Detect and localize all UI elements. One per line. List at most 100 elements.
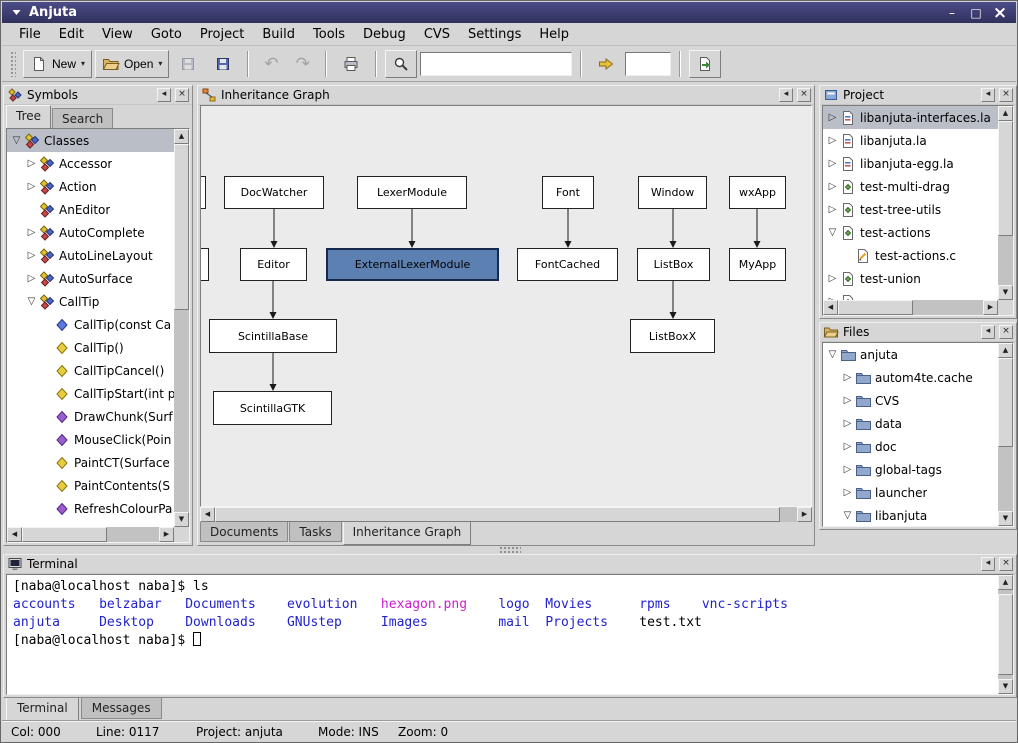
- symbols-item-calltip-const-ca[interactable]: CallTip(const Ca: [7, 313, 174, 336]
- menu-view[interactable]: View: [93, 24, 142, 45]
- symbols-item-paintcontents-s[interactable]: PaintContents(S: [7, 474, 174, 497]
- symbols-item-paintct-surface[interactable]: PaintCT(Surface: [7, 451, 174, 474]
- scroll-thumb[interactable]: [22, 527, 107, 542]
- minimize-button[interactable]: –: [943, 3, 961, 23]
- graph-node-docwatcher[interactable]: DocWatcher: [224, 176, 324, 209]
- pane-tab-terminal[interactable]: Terminal: [6, 698, 79, 721]
- expander-closed-icon[interactable]: ▷: [25, 250, 38, 261]
- graph-undock-button[interactable]: ◂: [779, 88, 793, 102]
- menu-project[interactable]: Project: [191, 24, 253, 45]
- print-button[interactable]: [335, 50, 367, 78]
- graph-close-button[interactable]: ×: [797, 88, 811, 102]
- toolbar-grip[interactable]: [10, 51, 16, 77]
- expander-closed-icon[interactable]: ▷: [25, 158, 38, 169]
- scroll-right-icon[interactable]: ▶: [797, 507, 812, 522]
- graph-node-window[interactable]: Window: [638, 176, 707, 209]
- expander-closed-icon[interactable]: ▷: [826, 273, 839, 284]
- scroll-thumb[interactable]: [174, 144, 189, 310]
- symbols-undock-button[interactable]: ◂: [157, 88, 171, 102]
- scroll-down-icon[interactable]: ▼: [998, 679, 1013, 694]
- project-item-libanjuta-la[interactable]: ▷libanjuta.la: [823, 129, 998, 152]
- scroll-right-icon[interactable]: ▶: [159, 527, 174, 542]
- scroll-left-icon[interactable]: ◀: [823, 300, 838, 315]
- expander-closed-icon[interactable]: ▷: [25, 227, 38, 238]
- terminal-close-button[interactable]: ×: [999, 557, 1013, 571]
- expander-closed-icon[interactable]: ▷: [841, 418, 854, 429]
- expander-open-icon[interactable]: ▽: [841, 510, 854, 521]
- symbols-vertical-scrollbar[interactable]: ▲▼: [174, 129, 189, 527]
- files-item-doc[interactable]: ▷doc: [823, 435, 998, 458]
- search-input[interactable]: [420, 52, 572, 76]
- project-item-libanjuta-egg-la[interactable]: ▷libanjuta-egg.la: [823, 152, 998, 175]
- menu-file[interactable]: File: [10, 24, 50, 45]
- expander-closed-icon[interactable]: ▷: [25, 181, 38, 192]
- project-item-test-multi-drag[interactable]: ▷test-multi-drag: [823, 175, 998, 198]
- project-item-test-actions[interactable]: ▽test-actions: [823, 221, 998, 244]
- symbols-item-action[interactable]: ▷Action: [7, 175, 174, 198]
- scroll-trough[interactable]: [838, 300, 983, 315]
- expander-closed-icon[interactable]: ▷: [826, 158, 839, 169]
- expander-closed-icon[interactable]: ▷: [826, 181, 839, 192]
- jump-button[interactable]: [689, 50, 721, 78]
- expander-closed-icon[interactable]: ▷: [841, 487, 854, 498]
- symbols-item-accessor[interactable]: ▷Accessor: [7, 152, 174, 175]
- symbols-tab-tree[interactable]: Tree: [6, 105, 51, 128]
- pane-tab-messages[interactable]: Messages: [81, 698, 162, 719]
- scroll-trough[interactable]: [22, 527, 159, 542]
- scroll-down-icon[interactable]: ▼: [174, 512, 189, 527]
- scroll-trough[interactable]: [215, 507, 797, 522]
- files-close-button[interactable]: ×: [999, 325, 1013, 339]
- files-undock-button[interactable]: ◂: [981, 325, 995, 339]
- expander-open-icon[interactable]: ▽: [826, 349, 839, 360]
- save-button[interactable]: [172, 50, 204, 78]
- center-tab-tasks[interactable]: Tasks: [289, 522, 341, 542]
- symbols-item-autosurface[interactable]: ▷AutoSurface: [7, 267, 174, 290]
- terminal-vertical-scrollbar[interactable]: ▲▼: [998, 575, 1013, 694]
- files-item-anjuta[interactable]: ▽anjuta: [823, 343, 998, 366]
- menu-settings[interactable]: Settings: [459, 24, 530, 45]
- graph-node-item[interactable]: [200, 248, 209, 281]
- scroll-up-icon[interactable]: ▲: [174, 129, 189, 144]
- files-vertical-scrollbar[interactable]: ▲▼: [998, 343, 1013, 526]
- symbols-item-mouseclick-poin[interactable]: MouseClick(Poin: [7, 428, 174, 451]
- redo-button[interactable]: ↷: [289, 50, 317, 78]
- symbols-item-autolinelayout[interactable]: ▷AutoLineLayout: [7, 244, 174, 267]
- symbols-item-classes[interactable]: ▽Classes: [7, 129, 174, 152]
- graph-node-scintillagtk[interactable]: ScintillaGTK: [213, 391, 332, 425]
- expander-closed-icon[interactable]: ▷: [826, 112, 839, 123]
- project-item-item[interactable]: ▷: [823, 290, 998, 300]
- project-item-test-actions-c[interactable]: test-actions.c: [823, 244, 998, 267]
- scroll-thumb[interactable]: [838, 300, 913, 315]
- open-dropdown-icon[interactable]: ▾: [158, 59, 162, 68]
- expander-closed-icon[interactable]: ▷: [25, 273, 38, 284]
- files-item-launcher[interactable]: ▷launcher: [823, 481, 998, 504]
- symbols-item-refreshcolourpa[interactable]: RefreshColourPa: [7, 497, 174, 520]
- symbols-item-aneditor[interactable]: AnEditor: [7, 198, 174, 221]
- graph-node-lexermodule[interactable]: LexerModule: [357, 176, 467, 209]
- inheritance-graph-canvas[interactable]: DocWatcherLexerModuleFontWindowwxAppEdit…: [200, 105, 812, 507]
- scroll-trough[interactable]: [174, 144, 189, 512]
- scroll-trough[interactable]: [998, 121, 1013, 285]
- open-button[interactable]: Open ▾: [95, 50, 169, 78]
- maximize-button[interactable]: □: [967, 3, 985, 23]
- symbols-horizontal-scrollbar[interactable]: ◀▶: [7, 527, 174, 542]
- expander-open-icon[interactable]: ▽: [826, 227, 839, 238]
- terminal-undock-button[interactable]: ◂: [981, 557, 995, 571]
- menu-cvs[interactable]: CVS: [415, 24, 459, 45]
- scroll-up-icon[interactable]: ▲: [998, 106, 1013, 121]
- scroll-thumb[interactable]: [998, 121, 1013, 236]
- files-item-libanjuta[interactable]: ▽libanjuta: [823, 504, 998, 526]
- scroll-left-icon[interactable]: ◀: [200, 507, 215, 522]
- scroll-down-icon[interactable]: ▼: [998, 511, 1013, 526]
- goto-line-button[interactable]: [590, 50, 622, 78]
- scroll-thumb[interactable]: [998, 358, 1013, 447]
- menu-tools[interactable]: Tools: [304, 24, 354, 45]
- files-item-autom4te-cache[interactable]: ▷autom4te.cache: [823, 366, 998, 389]
- scroll-up-icon[interactable]: ▲: [998, 343, 1013, 358]
- scroll-trough[interactable]: [998, 590, 1013, 679]
- expander-closed-icon[interactable]: ▷: [841, 395, 854, 406]
- center-tab-documents[interactable]: Documents: [200, 522, 288, 542]
- scroll-trough[interactable]: [998, 358, 1013, 511]
- files-item-global-tags[interactable]: ▷global-tags: [823, 458, 998, 481]
- scroll-up-icon[interactable]: ▲: [998, 575, 1013, 590]
